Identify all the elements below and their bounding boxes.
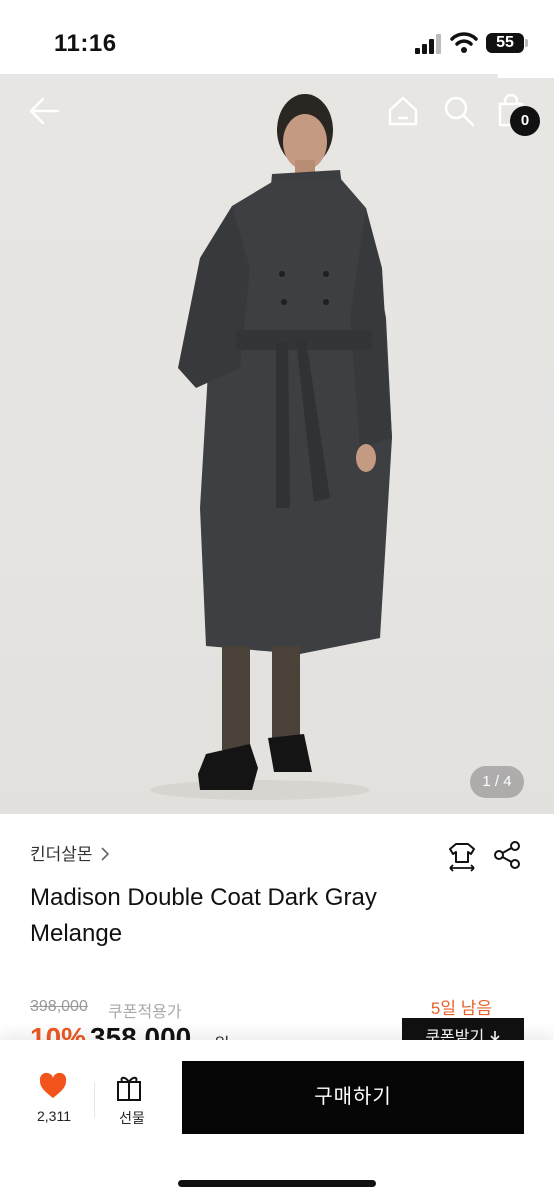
product-title: Madison Double Coat Dark Gray Melange [30, 884, 377, 947]
search-icon[interactable] [442, 94, 476, 128]
like-button[interactable] [30, 1072, 76, 1105]
size-guide-icon[interactable] [446, 840, 478, 872]
buy-button[interactable]: 구매하기 [182, 1061, 524, 1134]
coupon-price-label: 쿠폰적용가 [108, 1004, 182, 1021]
status-time: 11:16 [54, 30, 117, 57]
wifi-icon [450, 32, 478, 53]
home-indicator [178, 1180, 376, 1187]
back-arrow-icon[interactable] [28, 96, 62, 126]
product-image[interactable] [0, 78, 554, 814]
brand-link[interactable]: 킨더살몬 [30, 840, 111, 865]
image-page-indicator: 1 / 4 [470, 766, 524, 798]
gift-icon [117, 1076, 141, 1101]
status-bar: 11:16 55 [0, 0, 554, 78]
model-illustration [150, 94, 392, 800]
days-left-badge: 5일 남음 [430, 999, 492, 1018]
battery-indicator: 55 [486, 33, 524, 53]
brand-name: 킨더살몬 [30, 845, 93, 864]
like-count: 2,311 [37, 1108, 71, 1124]
gift-label: 선물 [119, 1110, 145, 1126]
home-icon[interactable] [386, 94, 420, 128]
cart-count-badge: 0 [510, 106, 540, 136]
original-price: 398,000 [30, 998, 88, 1015]
battery-tip [525, 39, 528, 47]
chevron-right-icon [100, 847, 109, 861]
cellular-signal-icon [415, 34, 441, 54]
heart-icon [39, 1072, 67, 1098]
bottom-divider [94, 1082, 95, 1118]
gift-button[interactable] [114, 1072, 150, 1107]
share-icon[interactable] [492, 840, 522, 870]
